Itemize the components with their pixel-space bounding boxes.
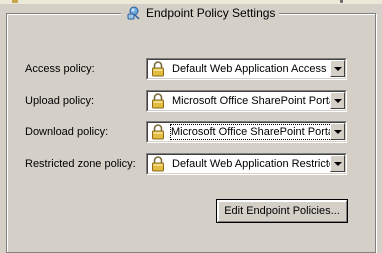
restricted-zone-policy-label: Restricted zone policy: <box>25 158 136 170</box>
lock-icon <box>151 156 165 172</box>
chevron-down-icon[interactable] <box>330 92 345 109</box>
access-policy-dropdown[interactable]: Default Web Application Access <box>146 58 347 80</box>
download-policy-label: Download policy: <box>25 126 109 138</box>
chevron-down-icon[interactable] <box>330 60 345 77</box>
download-policy-row: Download policy: Microsoft Office ShareP… <box>0 121 382 145</box>
restricted-zone-policy-row: Restricted zone policy: Default Web Appl… <box>0 153 382 177</box>
upload-policy-dropdown[interactable]: Microsoft Office SharePoint Portal <box>146 90 347 112</box>
edit-endpoint-policies-label: Edit Endpoint Policies... <box>224 205 340 217</box>
upload-policy-value: Microsoft Office SharePoint Portal <box>172 95 332 107</box>
restricted-zone-policy-value: Default Web Application Restricted <box>172 158 332 170</box>
chevron-down-icon[interactable] <box>330 155 345 172</box>
partial-icon <box>340 0 343 3</box>
access-policy-label: Access policy: <box>25 63 95 75</box>
lock-icon <box>151 61 165 77</box>
lock-icon <box>151 124 165 140</box>
chevron-down-icon[interactable] <box>330 123 345 140</box>
partial-icon <box>12 0 18 3</box>
upload-policy-row: Upload policy: Microsoft Office SharePoi… <box>0 90 382 114</box>
upload-policy-label: Upload policy: <box>25 95 95 107</box>
restricted-zone-policy-dropdown[interactable]: Default Web Application Restricted <box>146 153 347 175</box>
access-policy-row: Access policy: Default Web Application A… <box>0 58 382 82</box>
edit-endpoint-policies-button[interactable]: Edit Endpoint Policies... <box>216 199 348 223</box>
lock-icon <box>151 93 165 109</box>
download-policy-value: Microsoft Office SharePoint Portal <box>170 124 332 140</box>
endpoint-policy-icon <box>125 5 141 21</box>
access-policy-value: Default Web Application Access <box>172 63 327 75</box>
groupbox-legend: Endpoint Policy Settings <box>121 4 280 22</box>
groupbox-title: Endpoint Policy Settings <box>146 6 276 20</box>
download-policy-dropdown[interactable]: Microsoft Office SharePoint Portal <box>146 121 347 143</box>
